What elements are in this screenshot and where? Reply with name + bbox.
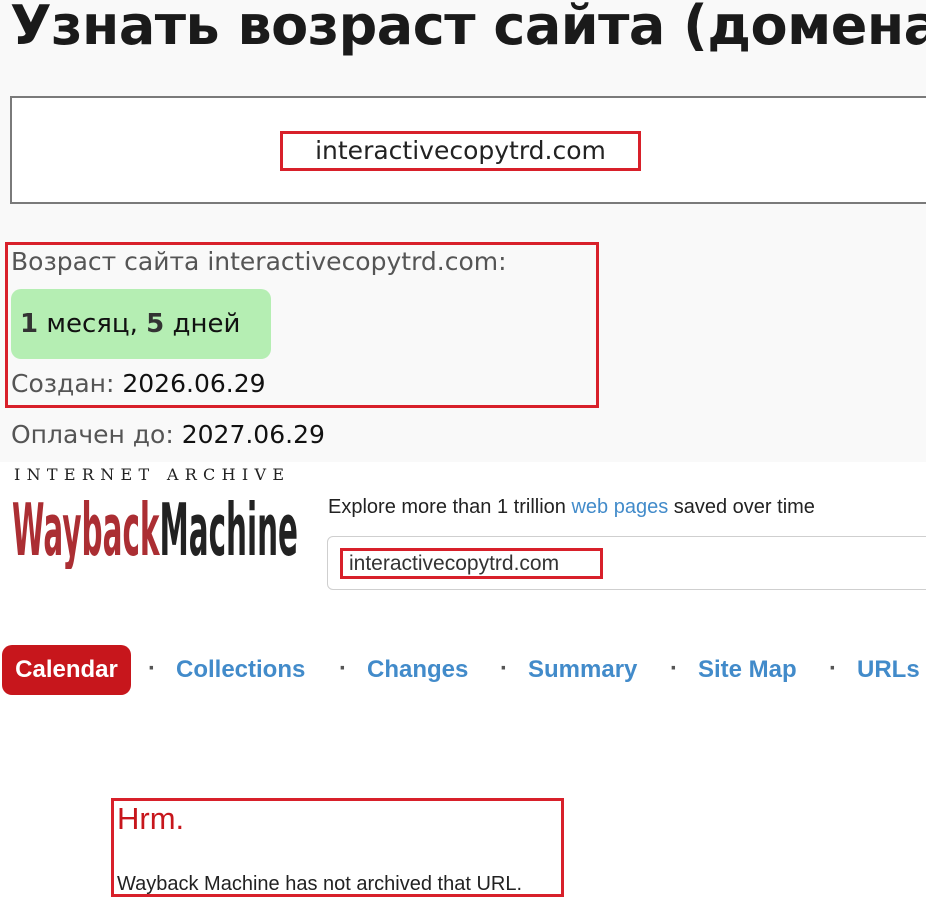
web-pages-link[interactable]: web pages xyxy=(571,496,668,518)
page-title: Узнать возраст сайта (домена) xyxy=(10,0,926,57)
svg-text:WaybackMachine: WaybackMachine xyxy=(12,489,298,569)
age-months-number: 1 xyxy=(20,309,39,339)
wordmark-wayback: Wayback xyxy=(12,489,160,569)
wayback-nav: Calendar · Collections · Changes · Summa… xyxy=(2,645,926,695)
age-days-number: 5 xyxy=(146,309,165,339)
explore-after: saved over time xyxy=(668,496,815,518)
tab-changes[interactable]: Changes xyxy=(367,645,468,695)
wordmark-machine: Machine xyxy=(159,489,298,569)
created-value: 2026.06.29 xyxy=(122,369,266,398)
error-title: Hrm. xyxy=(117,801,185,836)
nav-separator: · xyxy=(500,655,508,682)
wayback-machine-wordmark: WaybackMachine xyxy=(12,489,298,569)
age-badge: 1 месяц, 5 дней xyxy=(11,289,271,359)
internet-archive-label: INTERNET ARCHIVE xyxy=(14,465,291,484)
tab-summary[interactable]: Summary xyxy=(528,645,637,695)
created-label: Создан: xyxy=(11,369,115,398)
nav-separator: · xyxy=(829,655,837,682)
paid-until-label: Оплачен до: xyxy=(11,420,174,449)
nav-separator: · xyxy=(339,655,347,682)
age-checker-panel: Узнать возраст сайта (домена) interactiv… xyxy=(0,0,926,462)
nav-separator: · xyxy=(148,655,156,682)
paid-until-date: Оплачен до: 2027.06.29 xyxy=(11,420,325,449)
tab-site-map[interactable]: Site Map xyxy=(698,645,797,695)
tab-calendar[interactable]: Calendar xyxy=(2,645,131,695)
paid-until-value: 2027.06.29 xyxy=(181,420,325,449)
age-label: Возраст сайта interactivecopytrd.com: xyxy=(11,247,507,276)
age-days-word: дней xyxy=(172,309,241,339)
age-months-word: месяц, xyxy=(46,309,138,339)
created-date: Создан: 2026.06.29 xyxy=(11,369,266,398)
tab-collections[interactable]: Collections xyxy=(176,645,305,695)
explore-text: Explore more than 1 trillion web pages s… xyxy=(328,496,815,519)
wayback-logo[interactable]: INTERNET ARCHIVE WaybackMachine xyxy=(12,465,302,575)
domain-input-value[interactable]: interactivecopytrd.com xyxy=(280,131,641,171)
explore-before: Explore more than 1 trillion xyxy=(328,496,572,518)
wayback-search-value[interactable]: interactivecopytrd.com xyxy=(340,548,603,579)
error-message: Wayback Machine has not archived that UR… xyxy=(117,873,523,895)
nav-separator: · xyxy=(670,655,678,682)
tab-urls[interactable]: URLs xyxy=(857,645,920,695)
